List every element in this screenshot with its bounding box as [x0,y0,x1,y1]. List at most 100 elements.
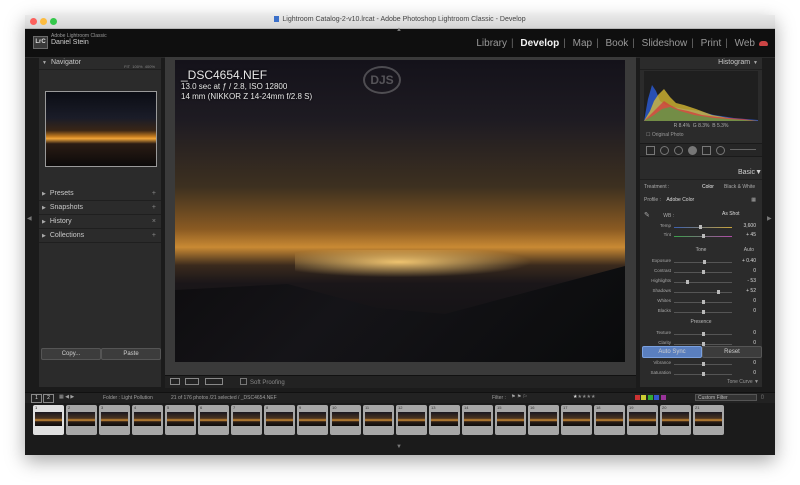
right-panel-toggle-icon[interactable]: ▶ [767,215,772,222]
filmstrip-thumbnail[interactable]: 11 [363,405,394,435]
sliders-slider-shadows[interactable]: Shadows + 52 [644,288,758,296]
grid-icon[interactable]: ▦ ◀ ▶ [59,394,74,400]
slider-knob[interactable] [701,362,705,366]
tool-slider[interactable] [730,149,756,150]
filmstrip-thumbnail[interactable]: 8 [264,405,295,435]
filmstrip-thumbnail[interactable]: 6 [198,405,229,435]
auto-tone-button[interactable]: Auto [744,247,754,253]
sliders-slider-contrast[interactable]: Contrast 0 [644,268,758,276]
red-eye-icon[interactable] [674,146,683,155]
module-web[interactable]: Web [735,38,755,49]
photo-count[interactable]: 21 of 176 photos /21 selected / _DSC4654… [171,395,277,401]
slider-value[interactable]: 0 [753,298,756,304]
treatment-bw[interactable]: Black & White [724,184,755,190]
tone-curve-header[interactable]: Tone Curve ▼ [640,379,762,386]
window-1-button[interactable]: 1 [31,394,42,403]
module-library[interactable]: Library [476,38,507,49]
filmstrip-thumbnail[interactable]: 3 [99,405,130,435]
slider-value[interactable]: + 52 [746,288,756,294]
zoom-400[interactable]: 400% [145,64,155,69]
tint-knob[interactable] [701,234,705,238]
filmstrip-thumbnail[interactable]: 4 [132,405,163,435]
navigator-preview[interactable] [45,91,157,167]
filmstrip-thumbnail[interactable]: 5 [165,405,196,435]
wb-value[interactable]: As Shot [722,211,740,217]
slider-value[interactable]: 0 [753,308,756,314]
slider-value[interactable]: 0 [753,370,756,376]
filmstrip-thumbnail[interactable]: 21 [693,405,724,435]
cloud-sync-icon[interactable] [759,41,768,46]
profile-value[interactable]: Adobe Color [666,197,694,203]
presence-slider-saturation[interactable]: Saturation 0 [644,370,758,378]
filmstrip-thumbnail[interactable]: 13 [429,405,460,435]
left-panel-toggle-icon[interactable]: ◀ [27,215,32,222]
tint-slider[interactable]: Tint + 45 [644,232,758,240]
profile-browser-icon[interactable]: ▦ [751,197,756,203]
top-panel-toggle-icon[interactable]: ▲ [396,27,402,33]
original-photo-toggle[interactable]: ☐ Original Photo [646,132,684,138]
slider-knob[interactable] [701,270,705,274]
module-book[interactable]: Book [605,38,628,49]
rating-filter[interactable]: ★★★★★ [573,394,595,400]
navigator-zoom-options[interactable]: FIT 100% 400% [124,61,155,73]
paste-button[interactable]: Paste [101,348,161,360]
filmstrip-thumbnail[interactable]: 10 [330,405,361,435]
custom-filter-dropdown[interactable]: Custom Filter [695,394,757,401]
filmstrip-thumbnail[interactable]: 15 [495,405,526,435]
treatment-color[interactable]: Color [702,184,714,190]
clear-history-icon[interactable]: × [152,216,156,228]
slider-value[interactable]: - 53 [747,278,756,284]
module-print[interactable]: Print [701,38,722,49]
module-slideshow[interactable]: Slideshow [642,38,688,49]
filmstrip-thumbnail[interactable]: 16 [528,405,559,435]
presets-header[interactable]: ▶ Presets + [39,188,161,201]
slider-knob[interactable] [701,332,705,336]
sliders-slider-whites[interactable]: Whites 0 [644,298,758,306]
eyedropper-icon[interactable]: ✎ [644,212,650,219]
loupe-view-icon[interactable] [170,378,180,385]
add-preset-icon[interactable]: + [152,188,156,200]
radial-filter-icon[interactable] [702,146,711,155]
presence-slider-vibrance[interactable]: Vibrance 0 [644,360,758,368]
filmstrip-thumbnail[interactable]: 9 [297,405,328,435]
spot-removal-icon[interactable] [660,146,669,155]
navigator-header[interactable]: ▼ Navigator FIT 100% 400% [39,57,161,70]
sliders-slider-blacks[interactable]: Blacks 0 [644,308,758,316]
slider-knob[interactable] [701,310,705,314]
filmstrip-thumbnail[interactable]: 2 [66,405,97,435]
filmstrip-thumbnail[interactable]: 20 [660,405,691,435]
crop-icon[interactable] [646,146,655,155]
collections-header[interactable]: ▶ Collections + [39,230,161,243]
temp-knob[interactable] [698,225,702,229]
slider-track[interactable] [674,292,732,293]
sliders-slider-highlights[interactable]: Highlights - 53 [644,278,758,286]
zoom-fit[interactable]: FIT [124,64,130,69]
folder-source[interactable]: Folder : Light Pollution [103,395,153,401]
zoom-100[interactable]: 100% [132,64,142,69]
main-photo[interactable]: DJS _DSC4654.NEF 13.0 sec at ƒ / 2.8, IS… [175,60,625,362]
histogram-header[interactable]: Histogram ▼ [640,57,762,70]
snapshots-header[interactable]: ▶ Snapshots + [39,202,161,215]
sliders-slider-exposure[interactable]: Exposure + 0.40 [644,258,758,266]
histogram[interactable] [644,71,758,121]
presence-slider-texture[interactable]: Texture 0 [644,330,758,338]
filmstrip-thumbnail[interactable]: 1 [33,405,64,435]
slider-value[interactable]: 0 [753,360,756,366]
filmstrip-thumbnail[interactable]: 7 [231,405,262,435]
soft-proofing[interactable]: Soft Proofing [240,378,285,386]
filmstrip-thumbnail[interactable]: 12 [396,405,427,435]
slider-value[interactable]: 0 [753,330,756,336]
color-label-filter[interactable] [635,395,666,402]
filmstrip-toggle-icon[interactable]: ▼ [396,444,402,450]
soft-proofing-checkbox[interactable] [240,378,247,385]
filmstrip-thumbnail[interactable]: 17 [561,405,592,435]
compare-icon[interactable] [205,378,223,385]
add-collection-icon[interactable]: + [152,230,156,242]
adjustment-brush-icon[interactable] [716,146,725,155]
slider-knob[interactable] [701,300,705,304]
module-develop[interactable]: Develop [520,38,559,49]
rating-star-icon[interactable]: ★ [591,394,595,400]
slider-knob[interactable] [703,260,707,264]
temp-slider[interactable]: Temp 3,600 [644,223,758,231]
window-2-button[interactable]: 2 [43,394,54,403]
